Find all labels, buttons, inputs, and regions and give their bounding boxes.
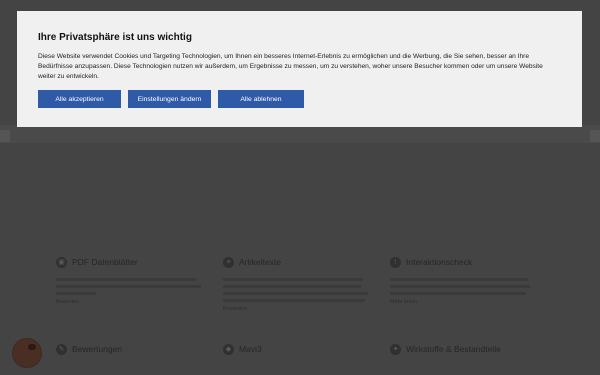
consent-title: Ihre Privatsphäre ist uns wichtig: [38, 32, 192, 43]
reject-all-button[interactable]: Alle ablehnen: [218, 90, 304, 108]
feature-ingredients: ✦ Wirkstoffe & Bestandteile: [390, 342, 540, 356]
avatar-detail: [28, 344, 36, 350]
text-icon: ≡: [223, 256, 234, 268]
feature-pdf-datasheets: ▣ PDF Datenblätter Beachten: [56, 255, 206, 305]
feature-link[interactable]: Kostenlos: [223, 306, 373, 312]
pdf-icon: ▣: [56, 256, 67, 268]
feature-link[interactable]: Mehr lesen: [390, 299, 540, 305]
feature-title: Interaktionscheck: [406, 257, 473, 267]
page-band: [0, 125, 600, 143]
feature-interaction-check: ! Interaktionscheck Mehr lesen: [390, 255, 540, 305]
consent-buttons: Alle akzeptieren Einstellungen ändern Al…: [38, 90, 561, 108]
feature-title: Bewertungen: [72, 344, 123, 354]
feature-title: Mavi3: [239, 344, 262, 354]
feature-title: PDF Datenblätter: [72, 257, 138, 267]
feature-article-texts: ≡ Artikeltexte Kostenlos: [223, 255, 373, 312]
feature-title: Wirkstoffe & Bestandteile: [406, 344, 501, 354]
change-settings-button[interactable]: Einstellungen ändern: [128, 90, 211, 108]
page-band-left: [0, 130, 10, 142]
accept-all-button[interactable]: Alle akzeptieren: [38, 90, 121, 108]
tool-icon: ✦: [390, 343, 401, 355]
chat-avatar[interactable]: [12, 338, 42, 368]
feature-mavi3: ◆ Mavi3: [223, 342, 373, 356]
chat-icon: ◆: [223, 343, 234, 355]
page-band-right: [590, 130, 600, 142]
feature-reviews: ✎ Bewertungen: [56, 342, 206, 356]
feature-text: [390, 278, 540, 295]
cookie-consent-dialog: Ihre Privatsphäre ist uns wichtig Diese …: [17, 11, 582, 127]
comment-icon: ✎: [56, 343, 67, 355]
feature-text: [223, 278, 373, 302]
feature-text: [56, 278, 206, 295]
feature-link[interactable]: Beachten: [56, 299, 206, 305]
feature-title: Artikeltexte: [239, 257, 282, 267]
warning-icon: !: [390, 256, 401, 268]
consent-text: Diese Website verwendet Cookies und Targ…: [38, 53, 543, 80]
